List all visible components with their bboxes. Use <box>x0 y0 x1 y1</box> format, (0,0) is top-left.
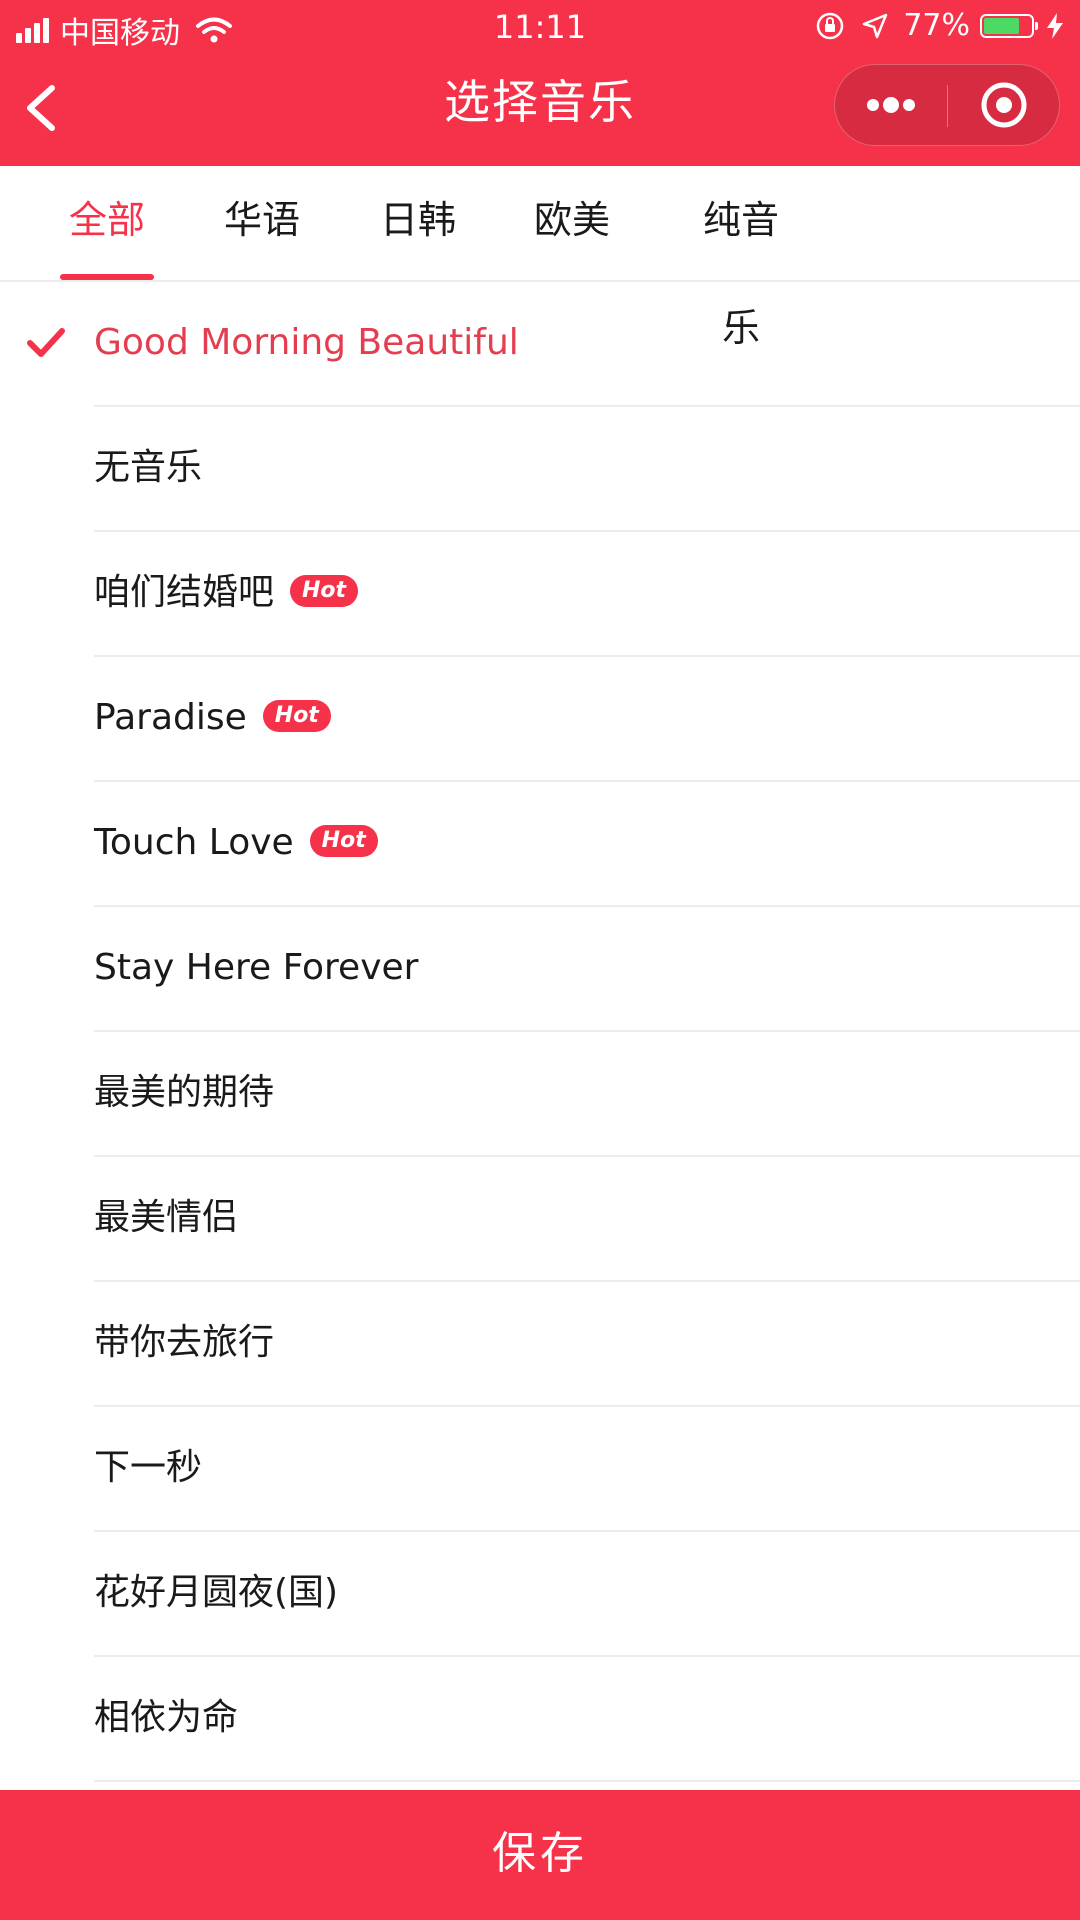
status-bar: 中国移动 11:11 77% <box>0 0 1080 52</box>
song-title-line: 咱们结婚吧 Hot <box>94 532 359 654</box>
song-title: Good Morning Beautiful <box>94 322 519 363</box>
more-button[interactable] <box>835 65 947 145</box>
battery-icon <box>980 13 1038 38</box>
song-item[interactable]: 无音乐 <box>0 407 1080 532</box>
song-item[interactable]: 相依为命 <box>0 1657 1080 1782</box>
song-item[interactable]: 花好月圆夜(国) <box>0 1532 1080 1657</box>
song-title: 最美情侣 <box>94 1197 239 1238</box>
charging-icon <box>1047 12 1063 39</box>
song-item[interactable]: 最美的期待 <box>0 1032 1080 1157</box>
target-close-icon <box>981 82 1027 128</box>
song-title: 带你去旅行 <box>94 1322 275 1363</box>
song-list: Good Morning Beautiful 无音乐 咱们结婚吧 Hot Para… <box>0 282 1080 1782</box>
battery-percent: 77% <box>903 8 970 43</box>
song-item[interactable]: 最美情侣 <box>0 1157 1080 1282</box>
song-title: 相依为命 <box>94 1697 239 1738</box>
tab-chinese[interactable]: 华语 <box>222 166 302 280</box>
hot-badge: Hot <box>309 825 378 857</box>
song-item[interactable]: Touch Love Hot <box>0 782 1080 907</box>
song-title-line: Paradise Hot <box>94 657 331 779</box>
mini-program-capsule <box>834 64 1060 146</box>
hot-badge: Hot <box>262 700 331 732</box>
header: 中国移动 11:11 77% 选择音乐 <box>0 0 1080 166</box>
more-dots-icon <box>867 97 915 113</box>
song-title: Touch Love <box>94 822 294 863</box>
song-title: Stay Here Forever <box>94 947 419 988</box>
song-item[interactable]: Paradise Hot <box>0 657 1080 782</box>
song-item[interactable]: 带你去旅行 <box>0 1282 1080 1407</box>
back-button[interactable] <box>14 78 74 138</box>
song-item[interactable]: 咱们结婚吧 Hot <box>0 532 1080 657</box>
rotation-lock-icon <box>817 12 844 39</box>
status-right: 77% <box>815 8 1066 43</box>
close-miniprogram-button[interactable] <box>948 65 1060 145</box>
song-item[interactable]: 下一秒 <box>0 1407 1080 1532</box>
song-title-line: Touch Love Hot <box>94 782 378 904</box>
tab-western[interactable]: 欧美 <box>532 166 612 280</box>
category-tabs: 全部 华语 日韩 欧美 纯音乐 <box>0 166 1080 350</box>
song-item[interactable]: Good Morning Beautiful <box>0 282 1080 407</box>
tab-instrumental[interactable]: 纯音乐 <box>686 166 796 350</box>
hot-badge: Hot <box>290 575 359 607</box>
song-title: 咱们结婚吧 <box>94 572 275 613</box>
song-title: 最美的期待 <box>94 1072 275 1113</box>
location-icon <box>863 13 888 38</box>
tab-japan-korea[interactable]: 日韩 <box>378 166 458 280</box>
song-title: Paradise <box>94 697 247 738</box>
back-chevron-icon <box>27 85 55 131</box>
song-item[interactable]: Stay Here Forever <box>0 907 1080 1032</box>
checkmark-icon <box>27 328 65 357</box>
tab-all[interactable]: 全部 <box>60 166 154 280</box>
song-title: 无音乐 <box>94 447 203 488</box>
save-button[interactable]: 保存 <box>0 1790 1080 1920</box>
nav-bar: 选择音乐 <box>0 52 1080 166</box>
song-title: 下一秒 <box>94 1447 203 1488</box>
song-title: 花好月圆夜(国) <box>94 1572 339 1613</box>
